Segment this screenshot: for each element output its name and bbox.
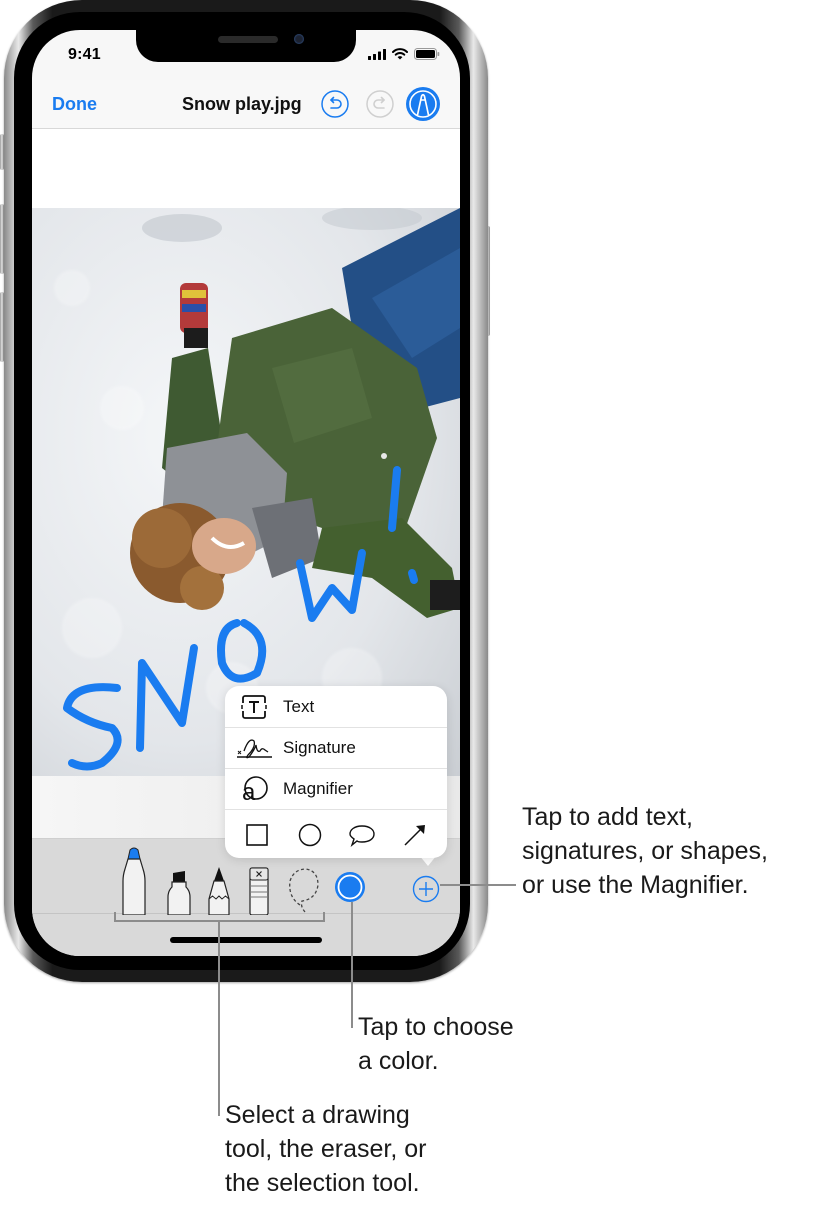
cellular-signal-icon bbox=[368, 48, 386, 60]
signature-icon bbox=[225, 735, 283, 761]
pen-tool[interactable] bbox=[120, 847, 148, 915]
menu-item-label: Text bbox=[283, 696, 315, 716]
markup-icon[interactable] bbox=[405, 86, 441, 122]
done-button[interactable]: Done bbox=[52, 94, 97, 115]
callout-choose-color: Tap to choose a color. bbox=[358, 1013, 514, 1075]
status-time: 9:41 bbox=[68, 46, 101, 63]
svg-text:a: a bbox=[242, 779, 256, 803]
lasso-tool[interactable] bbox=[286, 867, 322, 915]
arrow-icon[interactable] bbox=[397, 817, 433, 853]
notch bbox=[136, 30, 356, 62]
home-indicator[interactable] bbox=[170, 937, 322, 943]
undo-icon[interactable] bbox=[320, 89, 350, 119]
menu-item-label: Signature bbox=[283, 737, 356, 757]
navigation-bar: Done Snow play.jpg bbox=[32, 80, 460, 129]
menu-item-label: Magnifier bbox=[283, 778, 353, 798]
wifi-icon bbox=[392, 48, 408, 60]
marker-tool[interactable] bbox=[166, 871, 192, 915]
callout-add-annotation: Tap to add text, signatures, or shapes, … bbox=[522, 803, 768, 899]
callout-line-color bbox=[351, 902, 353, 1028]
toolbar-divider bbox=[32, 913, 460, 914]
speech-bubble-icon[interactable] bbox=[344, 817, 380, 853]
menu-item-signature[interactable]: Signature bbox=[225, 727, 447, 769]
callout-line-tools bbox=[218, 920, 220, 1116]
color-picker-button[interactable] bbox=[334, 871, 366, 903]
menu-item-text[interactable]: Text bbox=[225, 686, 447, 728]
add-annotation-popover: Text Signature a Magnifier bbox=[225, 686, 447, 858]
canvas-margin bbox=[32, 129, 460, 208]
tools-bracket-right bbox=[323, 912, 325, 922]
front-camera bbox=[294, 34, 304, 44]
document-title: Snow play.jpg bbox=[182, 94, 302, 114]
square-icon[interactable] bbox=[239, 817, 275, 853]
menu-item-magnifier[interactable]: a Magnifier bbox=[225, 768, 447, 810]
speaker-grille bbox=[218, 36, 278, 43]
pencil-tool[interactable] bbox=[208, 867, 230, 915]
callout-drawing-tools: Select a drawing tool, the eraser, or th… bbox=[225, 1101, 427, 1197]
status-icons bbox=[368, 48, 440, 60]
battery-icon bbox=[414, 48, 440, 60]
eraser-tool[interactable] bbox=[248, 867, 270, 915]
redo-icon[interactable] bbox=[365, 89, 395, 119]
callout-line-add bbox=[440, 884, 516, 886]
tools-bracket-left bbox=[114, 912, 116, 922]
magnifier-icon: a bbox=[225, 775, 283, 803]
text-box-icon bbox=[225, 694, 283, 720]
shape-options bbox=[225, 811, 447, 858]
circle-icon[interactable] bbox=[292, 817, 328, 853]
phone-screen: 9:41 Done Snow play.jpg Text Signature a… bbox=[32, 30, 460, 956]
add-annotation-button[interactable] bbox=[412, 875, 440, 903]
